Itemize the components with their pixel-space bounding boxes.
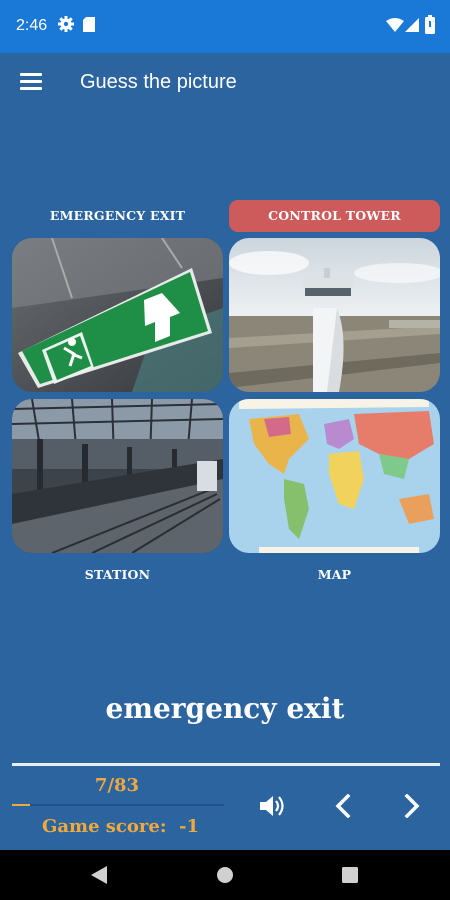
- chevron-left-icon[interactable]: [333, 794, 353, 818]
- option-label-emergency-exit[interactable]: EMERGENCY EXIT: [12, 200, 223, 232]
- option-image-control-tower[interactable]: [229, 238, 440, 392]
- hamburger-menu-icon[interactable]: [20, 73, 42, 91]
- progress-bar-fill: [12, 804, 30, 806]
- app-title: Guess the picture: [80, 71, 237, 93]
- control-tower-image: [229, 238, 440, 392]
- emergency-exit-sign-image: [12, 238, 223, 392]
- game-score-label: Game score:: [42, 816, 167, 837]
- answer-word: emergency exit: [105, 692, 345, 725]
- game-score-value: -1: [179, 816, 200, 837]
- app-bar: Guess the picture: [0, 53, 450, 113]
- speaker-icon[interactable]: [258, 793, 286, 819]
- battery-icon: [425, 15, 435, 34]
- back-triangle-icon[interactable]: [91, 866, 107, 884]
- settings-gear-icon: [58, 16, 74, 32]
- status-time: 2:46: [16, 17, 48, 34]
- option-label-map[interactable]: MAP: [229, 559, 440, 591]
- option-label-control-tower[interactable]: CONTROL TOWER: [229, 200, 440, 232]
- divider: [12, 763, 440, 766]
- progress-bar: [12, 804, 224, 806]
- progress-counter: 7/83: [94, 775, 140, 796]
- recents-square-icon[interactable]: [342, 867, 358, 883]
- game-score: Game score: -1: [42, 816, 199, 837]
- status-bar: 2:46: [0, 0, 450, 53]
- cell-signal-icon: [405, 18, 419, 32]
- railway-station-image: [12, 399, 223, 553]
- world-map-image: [229, 399, 440, 553]
- option-image-emergency-exit[interactable]: [12, 238, 223, 392]
- home-circle-icon[interactable]: [216, 866, 234, 884]
- sd-card-icon: [83, 17, 95, 32]
- wifi-icon: [386, 18, 404, 32]
- system-nav-bar: [0, 850, 450, 900]
- chevron-right-icon[interactable]: [402, 794, 422, 818]
- option-label-station[interactable]: STATION: [12, 559, 223, 591]
- option-image-map[interactable]: [229, 399, 440, 553]
- option-image-station[interactable]: [12, 399, 223, 553]
